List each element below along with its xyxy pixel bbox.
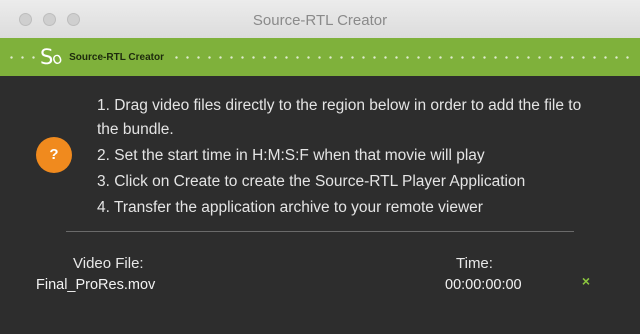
instruction-step-1: 1. Drag video files directly to the regi… [97, 97, 582, 138]
instruction-step-3: 3. Click on Create to create the Source-… [97, 173, 526, 190]
section-divider [66, 231, 574, 232]
start-time-field[interactable]: 00:00:00:00 [445, 277, 522, 293]
video-file-name: Final_ProRes.mov [36, 277, 156, 293]
video-file-column-header: Video File: [73, 255, 144, 272]
app-window: Source-RTL Creator So Source-RTL Creator… [0, 0, 640, 334]
remove-file-icon[interactable]: × [579, 273, 593, 289]
logo-mark: So [40, 45, 65, 69]
time-column-header: Time: [456, 255, 493, 272]
instruction-step-2: 2. Set the start time in H:M:S:F when th… [97, 147, 485, 164]
app-name-label: Source-RTL Creator [69, 51, 164, 63]
app-banner: So Source-RTL Creator [0, 38, 640, 76]
window-title: Source-RTL Creator [252, 12, 388, 29]
instruction-step-4: 4. Transfer the application archive to y… [97, 199, 483, 216]
title-bar: Source-RTL Creator [0, 0, 640, 39]
instructions-list: 1. Drag video files directly to the regi… [97, 94, 607, 220]
app-logo: So Source-RTL Creator [36, 42, 170, 72]
help-button[interactable]: ? [36, 137, 72, 173]
